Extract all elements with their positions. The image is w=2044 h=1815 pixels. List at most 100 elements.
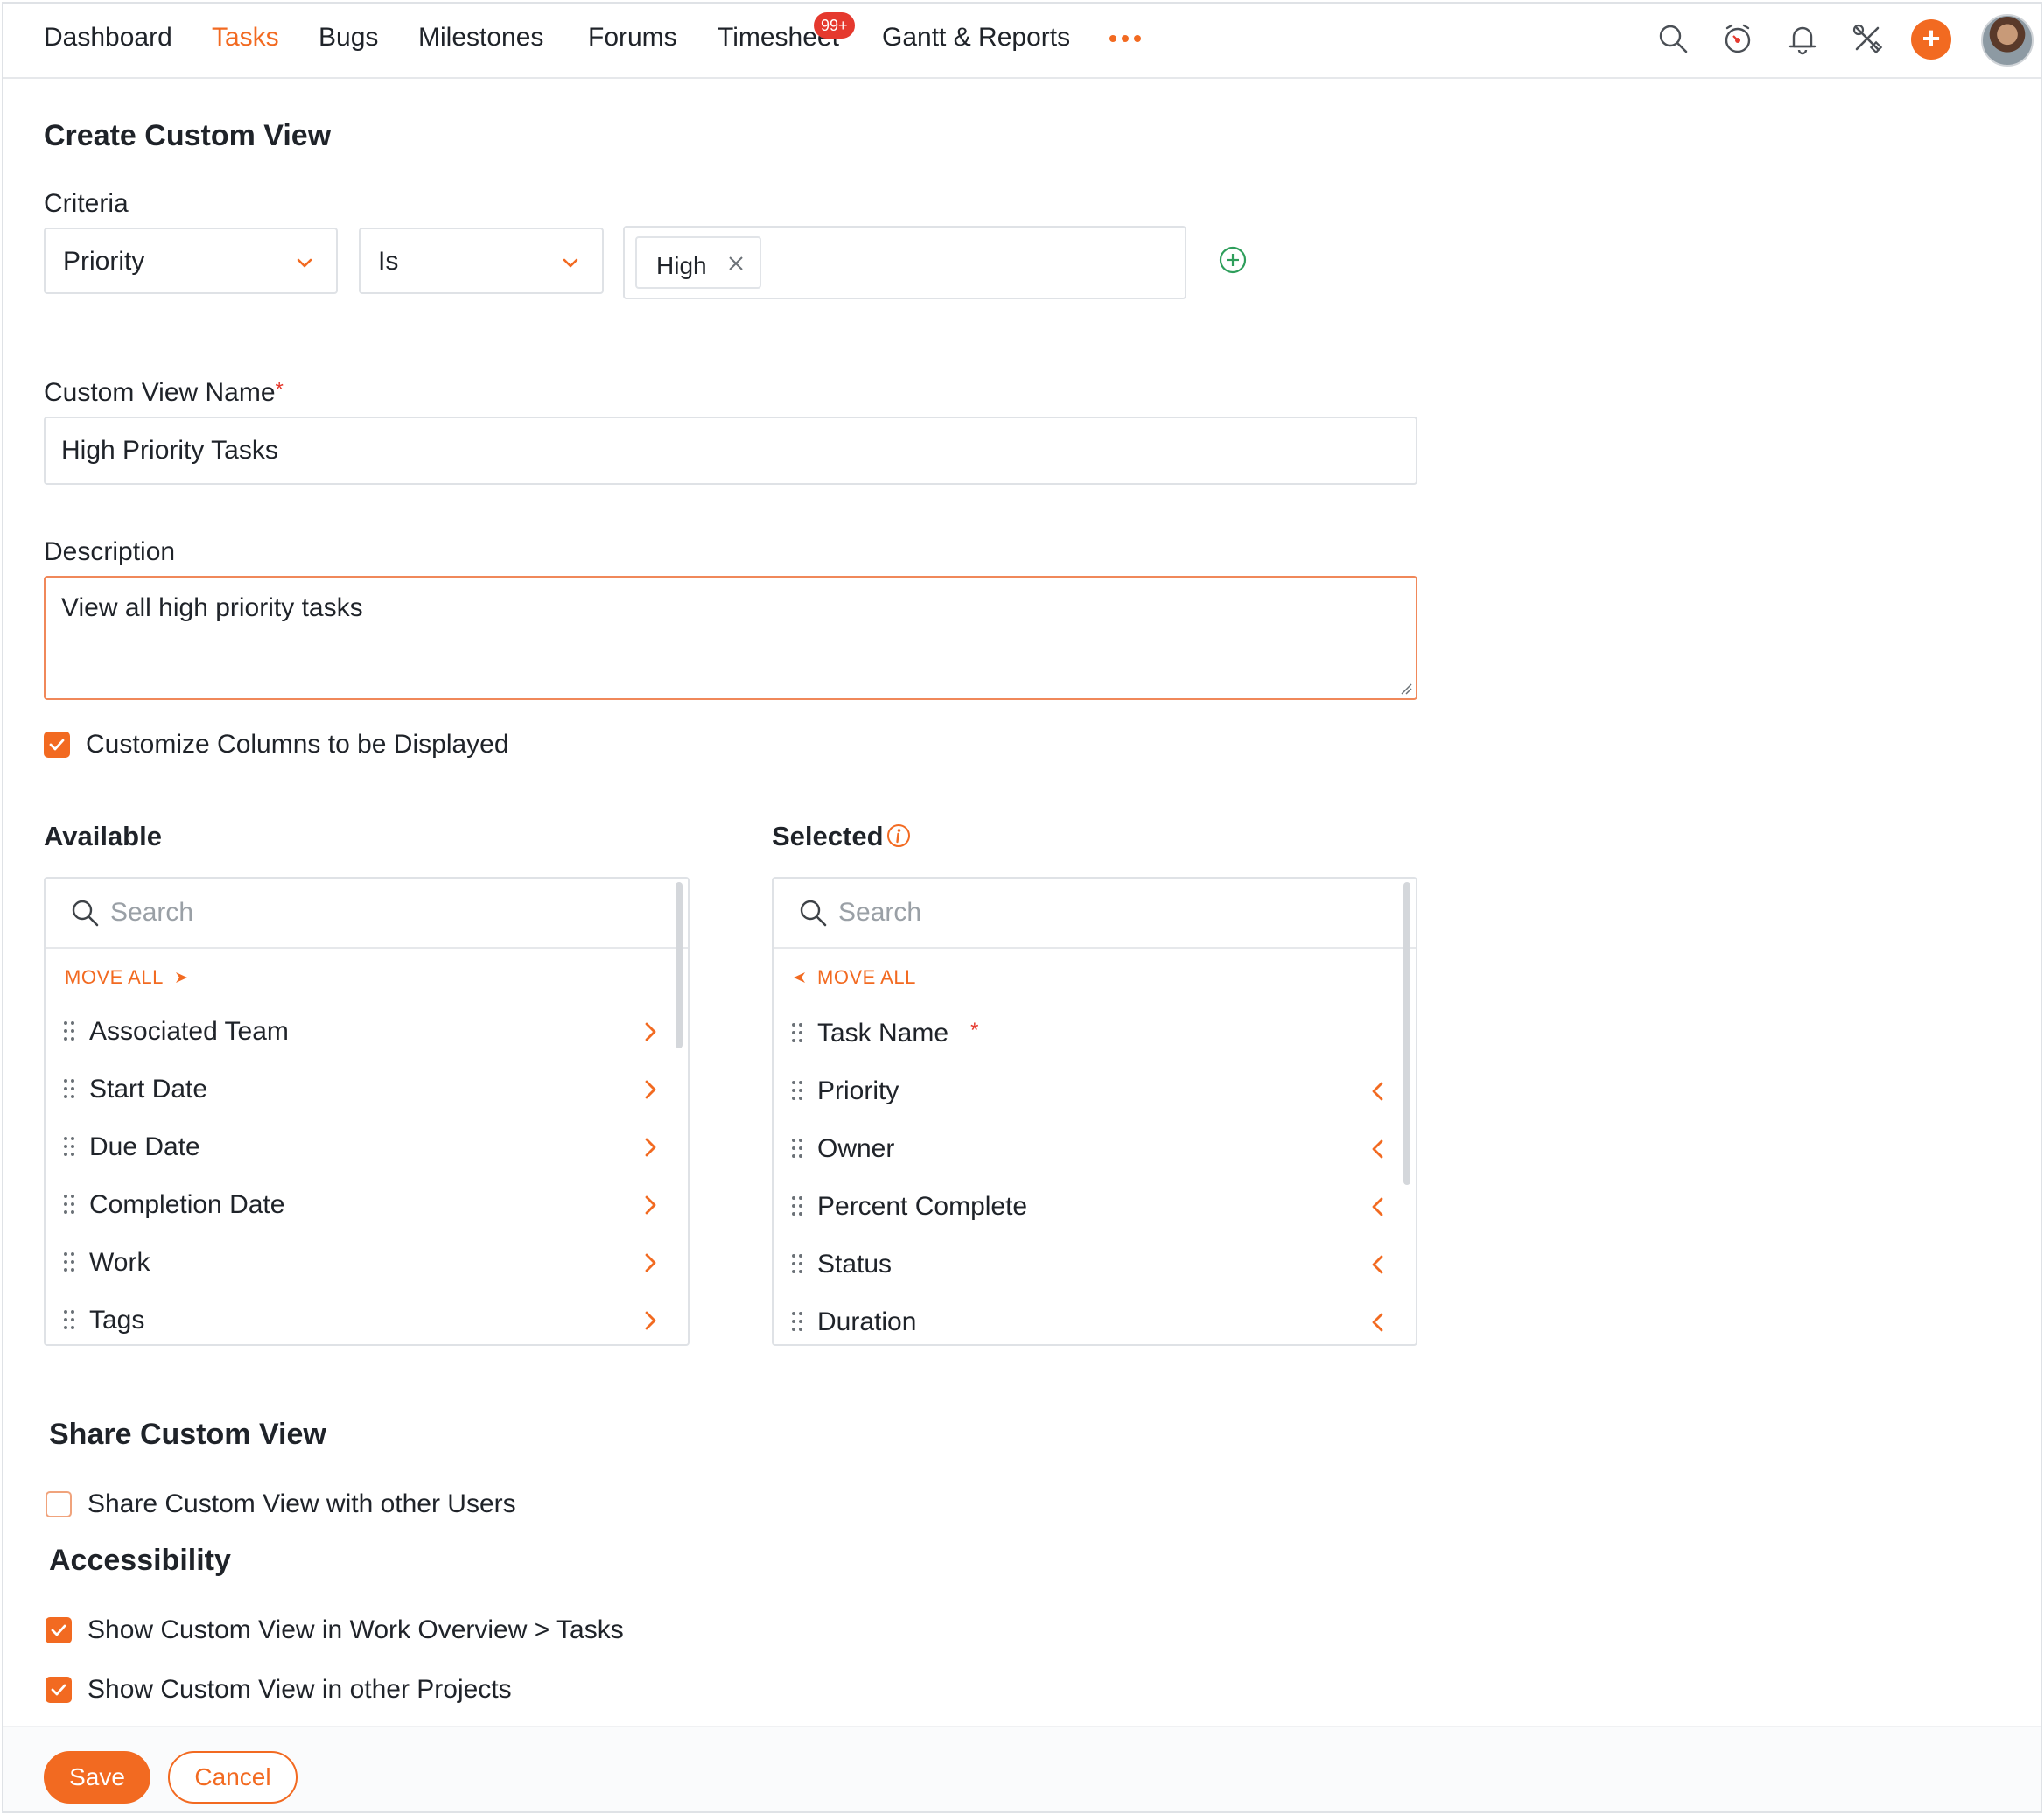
nav-forums[interactable]: Forums <box>588 23 677 53</box>
timer-icon[interactable] <box>1720 21 1755 56</box>
available-item[interactable]: Tags <box>46 1297 688 1344</box>
drag-handle-icon[interactable] <box>63 1251 75 1272</box>
resize-handle-icon[interactable] <box>1398 681 1412 695</box>
chevron-right-icon[interactable] <box>640 1251 660 1274</box>
chevron-left-icon[interactable] <box>1368 1080 1388 1103</box>
close-icon[interactable] <box>724 252 747 275</box>
tools-icon[interactable] <box>1850 21 1885 56</box>
available-item[interactable]: Completion Date <box>46 1181 688 1234</box>
selected-item-label: Percent Complete <box>817 1192 1028 1221</box>
avatar[interactable] <box>1981 14 2034 67</box>
drag-handle-icon[interactable] <box>63 1078 75 1099</box>
chevron-right-icon[interactable] <box>640 1078 660 1101</box>
create-plus-button[interactable]: + <box>1911 19 1951 60</box>
search-icon <box>72 900 99 927</box>
criteria-field-select[interactable]: Priority <box>44 228 338 294</box>
available-columns-panel: MOVE ALL Associated Team Start Date Due … <box>44 877 690 1346</box>
chevron-down-icon <box>297 258 312 268</box>
other-projects-label: Show Custom View in other Projects <box>88 1675 512 1704</box>
chevron-left-icon[interactable] <box>1368 1311 1388 1334</box>
chevron-right-icon[interactable] <box>640 1194 660 1216</box>
available-search-input[interactable] <box>110 891 635 935</box>
selected-item-text: Task Name <box>817 1019 949 1048</box>
selected-item[interactable]: Duration <box>774 1299 1416 1344</box>
criteria-operator-select[interactable]: Is <box>359 228 604 294</box>
available-item-label: Associated Team <box>89 1017 289 1046</box>
selected-item[interactable]: Priority <box>774 1068 1416 1120</box>
chevron-left-icon[interactable] <box>1368 1195 1388 1218</box>
drag-handle-icon[interactable] <box>63 1020 75 1041</box>
nav-dashboard[interactable]: Dashboard <box>44 23 172 53</box>
page-title: Create Custom View <box>44 119 332 152</box>
required-mark: * <box>970 1019 979 1042</box>
selected-item[interactable]: Owner <box>774 1125 1416 1178</box>
share-option-label: Share Custom View with other Users <box>88 1489 516 1518</box>
cancel-button[interactable]: Cancel <box>168 1751 298 1804</box>
chevron-right-icon[interactable] <box>640 1020 660 1043</box>
chevron-left-icon[interactable] <box>1368 1138 1388 1160</box>
available-move-all-button[interactable]: MOVE ALL <box>65 966 188 989</box>
nav-bugs[interactable]: Bugs <box>318 23 378 53</box>
selected-item-label: Status <box>817 1250 892 1279</box>
drag-handle-icon[interactable] <box>63 1309 75 1330</box>
accessibility-section-title: Accessibility <box>49 1544 231 1577</box>
available-item[interactable]: Due Date <box>46 1124 688 1176</box>
customize-columns-checkbox[interactable] <box>44 732 70 758</box>
description-textarea[interactable]: View all high priority tasks <box>46 578 1416 698</box>
other-projects-checkbox[interactable] <box>46 1677 72 1703</box>
selected-search <box>774 879 1416 949</box>
share-checkbox[interactable] <box>46 1491 72 1517</box>
drag-handle-icon[interactable] <box>791 1138 803 1159</box>
available-search <box>46 879 688 949</box>
available-item-label: Due Date <box>89 1132 200 1161</box>
nav-tasks[interactable]: Tasks <box>212 23 279 53</box>
selected-move-all-button[interactable]: MOVE ALL <box>793 966 916 989</box>
drag-handle-icon[interactable] <box>791 1022 803 1043</box>
criteria-field-value: Priority <box>63 247 145 276</box>
arrow-right-icon <box>175 972 187 983</box>
share-section-title: Share Custom View <box>49 1418 326 1451</box>
more-menu-icon[interactable] <box>1110 35 1141 42</box>
timesheet-badge: 99+ <box>814 12 855 39</box>
custom-view-name-field[interactable] <box>44 417 1418 485</box>
drag-handle-icon[interactable] <box>791 1080 803 1101</box>
work-overview-checkbox[interactable] <box>46 1617 72 1643</box>
customize-columns-label: Customize Columns to be Displayed <box>86 730 509 759</box>
available-item[interactable]: Start Date <box>46 1066 688 1118</box>
selected-search-input[interactable] <box>838 891 1363 935</box>
drag-handle-icon[interactable] <box>791 1311 803 1332</box>
info-icon[interactable] <box>886 823 912 849</box>
description-field[interactable]: View all high priority tasks <box>44 576 1418 700</box>
check-icon <box>51 1684 66 1696</box>
selected-item[interactable]: Percent Complete <box>774 1183 1416 1236</box>
work-overview-label: Show Custom View in Work Overview > Task… <box>88 1615 624 1644</box>
description-label: Description <box>44 537 176 566</box>
chevron-right-icon[interactable] <box>640 1309 660 1332</box>
nav-milestones[interactable]: Milestones <box>418 23 543 53</box>
criteria-value-multiselect[interactable]: High <box>623 226 1186 299</box>
drag-handle-icon[interactable] <box>791 1195 803 1216</box>
bell-icon[interactable] <box>1785 21 1820 56</box>
available-item-label: Completion Date <box>89 1190 285 1219</box>
selected-item[interactable]: Status <box>774 1241 1416 1293</box>
chevron-left-icon[interactable] <box>1368 1253 1388 1276</box>
save-button[interactable]: Save <box>44 1751 150 1804</box>
drag-handle-icon[interactable] <box>63 1136 75 1157</box>
search-icon[interactable] <box>1656 21 1690 56</box>
available-item[interactable]: Work <box>46 1239 688 1292</box>
required-mark: * <box>275 378 284 402</box>
custom-view-name-input[interactable] <box>46 418 1416 483</box>
drag-handle-icon[interactable] <box>63 1194 75 1215</box>
drag-handle-icon[interactable] <box>791 1253 803 1274</box>
selected-title: Selected <box>772 821 884 851</box>
search-icon <box>800 900 827 927</box>
selected-columns-panel: MOVE ALL Task Name * Priority Owner Perc… <box>772 877 1418 1346</box>
chevron-right-icon[interactable] <box>640 1136 660 1159</box>
criteria-operator-value: Is <box>378 247 399 276</box>
top-nav: Dashboard Tasks Bugs Milestones Forums T… <box>4 4 2040 79</box>
check-icon <box>49 739 65 751</box>
nav-gantt-reports[interactable]: Gantt & Reports <box>882 23 1070 53</box>
available-item[interactable]: Associated Team <box>46 1008 688 1061</box>
selected-item[interactable]: Task Name * <box>774 1010 1416 1062</box>
add-criteria-icon[interactable] <box>1218 245 1248 275</box>
